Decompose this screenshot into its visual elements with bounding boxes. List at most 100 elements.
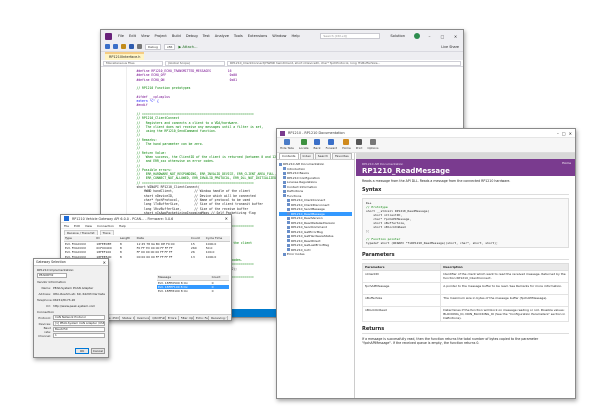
forward-icon[interactable] <box>113 44 118 49</box>
field-value: http://www.peak-system.com <box>53 303 96 308</box>
field-value: Otto-Roehm-str. 69, 64293 Darmstadt, Ger… <box>53 291 105 296</box>
gw-titlebar: RP1210 Vehicle Gateway API 6.0.0 - PCAN.… <box>61 215 231 223</box>
maximize-icon[interactable]: □ <box>562 131 566 136</box>
tree-item[interactable]: Error Codes <box>279 252 352 257</box>
select-field[interactable]: [1] PEAK-System CAN Adapter (USB, 1 Chan… <box>53 321 105 326</box>
close-icon[interactable]: ✕ <box>452 34 459 39</box>
options-button[interactable]: Options <box>367 139 379 150</box>
menu-item-view[interactable]: View <box>141 34 150 38</box>
dlg-title: Gateway Selection <box>36 260 66 264</box>
menu-item-test[interactable]: Test <box>203 34 210 38</box>
table-cell: 00 00 00 00 FF FF FF FF <box>136 254 173 259</box>
close-icon[interactable]: ✕ <box>569 131 572 136</box>
close-icon[interactable]: ✕ <box>225 216 228 221</box>
contents-tree: RP1210 API Documentation Introduction RP12… <box>277 160 354 259</box>
member-dropdown[interactable]: RP1210_ClientConnect(HWND hwndClient, sh… <box>227 60 461 66</box>
hide-tabs-button[interactable]: Hide Tabs <box>280 139 294 150</box>
menu-item-file[interactable]: File <box>64 224 69 228</box>
print-button[interactable]: Print <box>356 139 363 150</box>
save-icon[interactable] <box>129 44 134 49</box>
menu-item-build[interactable]: Build <box>172 34 181 38</box>
menu-item-extensions[interactable]: Extensions <box>248 34 268 38</box>
project-dropdown[interactable]: Miscellaneous Files <box>103 60 163 66</box>
list-item[interactable]: Ext. 18FE8100 8 Ox 0 <box>157 289 229 294</box>
tab-trace[interactable]: Trace <box>99 230 114 235</box>
cancel-button[interactable]: Cancel <box>91 348 105 354</box>
select-field[interactable]: CAN Network Protocol <box>53 315 105 320</box>
syntax-line: typedef short (WINAPI *fxRP1210_ReadMess… <box>366 241 498 245</box>
menu-item-edit[interactable]: Edit <box>74 224 80 228</box>
open-folder-icon[interactable] <box>121 44 126 49</box>
menu-item-debug[interactable]: Debug <box>186 34 198 38</box>
menu-item-analyze[interactable]: Analyze <box>215 34 229 38</box>
menu-item-tools[interactable]: Tools <box>234 34 243 38</box>
back-icon[interactable] <box>105 44 110 49</box>
attach-button[interactable]: ▶ Attach... <box>178 45 197 49</box>
form-row: Channel: 1 <box>37 333 105 338</box>
tab-favorites[interactable]: Favorites <box>332 153 352 159</box>
home-button[interactable]: Home <box>342 139 351 150</box>
maximize-icon[interactable]: □ <box>439 34 446 39</box>
vs-navigation-bar: Miscellaneous Files (Global Scope) RP121… <box>101 60 463 67</box>
menu-item-view[interactable]: View <box>85 224 92 228</box>
tab-index[interactable]: Index <box>299 153 314 159</box>
status-item: Filter: Open <box>180 315 195 320</box>
form-row: Address: Otto-Roehm-str. 69, 64293 Darmst… <box>37 291 106 296</box>
live-share-button[interactable]: Live Share <box>441 45 459 49</box>
menu-item-window[interactable]: Window <box>272 34 286 38</box>
tab-rp1210interface[interactable]: RP1210Interface.h <box>105 52 145 60</box>
field-label: Channel: <box>38 333 51 338</box>
ok-button[interactable]: OK <box>75 348 89 354</box>
avatar[interactable] <box>414 33 420 39</box>
toolbar-label: Hide Tabs <box>280 146 294 150</box>
menu-item-help[interactable]: Help <box>291 34 299 38</box>
print-icon <box>356 139 363 145</box>
documentation-window: RP1210 - RP1210 Documentation – □ ✕ Hide… <box>276 128 576 399</box>
tab-contents[interactable]: Contents <box>279 153 299 159</box>
field-value: PEAK-System PCAN Adapter <box>53 285 94 290</box>
platform-dropdown[interactable]: x86 <box>163 43 176 50</box>
status-item: Receiving: True <box>211 315 228 320</box>
form-row: Protocol: CAN Network Protocol <box>37 315 105 320</box>
field-label: Baud rate: <box>43 325 51 334</box>
close-icon[interactable]: ✕ <box>103 260 106 265</box>
table-row: fpchAPIMessage A pointer to the message b… <box>361 282 569 295</box>
select-field[interactable]: Baud250 <box>53 327 105 332</box>
locate-button[interactable]: Locate <box>299 139 309 150</box>
menu-item-file[interactable]: File <box>118 34 124 38</box>
form-row: Baud rate: Baud250 <box>37 325 105 334</box>
home-icon <box>343 139 350 145</box>
back-button[interactable]: Back <box>314 139 321 150</box>
undo-icon[interactable] <box>137 44 142 49</box>
forward-button[interactable]: Forward <box>326 139 337 150</box>
vs-menubar: File Edit View Project Build Debug Test Analyze… <box>118 34 305 38</box>
toolbar-label: Home <box>342 146 351 150</box>
menu-item-help[interactable]: Help <box>119 224 126 228</box>
home-link[interactable]: Home <box>562 161 571 165</box>
config-dropdown[interactable]: Debug <box>145 43 161 50</box>
toolbar-label: Back <box>313 146 321 150</box>
param-name: nBufferSize <box>361 294 442 307</box>
hide-tabs-icon <box>283 139 290 145</box>
book-icon <box>283 194 286 198</box>
receive-table: Type ID Length Data Count Cycle Time Ext. FDA… <box>64 236 230 259</box>
select-field[interactable]: 1 <box>53 333 105 338</box>
status-item: Echo: False <box>196 315 210 320</box>
minimize-icon[interactable]: – <box>557 131 559 136</box>
menu-item-edit[interactable]: Edit <box>129 34 136 38</box>
table-row: nBlockOnRead Determines if the function w… <box>361 306 569 322</box>
minimize-icon[interactable]: – <box>426 34 433 39</box>
book-icon <box>283 189 286 193</box>
menu-item-project[interactable]: Project <box>155 34 167 38</box>
menu-item-connection[interactable]: Connection <box>97 224 114 228</box>
param-description: Identifier of the client which want to r… <box>440 270 569 283</box>
tab-receive-transmit[interactable]: Receive / Transmit <box>64 230 98 235</box>
doc-title: RP1210 - RP1210 Documentation <box>288 131 345 135</box>
table-row: nBufferSize The maximum size in bytes of … <box>361 294 569 307</box>
book-icon <box>287 248 290 252</box>
vs-search-input[interactable]: Search (Ctrl+Q) <box>320 33 381 39</box>
tab-search[interactable]: Search <box>314 153 332 159</box>
scope-dropdown[interactable]: (Global Scope) <box>165 60 225 66</box>
implementation-dropdown[interactable]: PEAKRP32 <box>37 273 67 278</box>
field-label: Address: <box>38 291 52 296</box>
